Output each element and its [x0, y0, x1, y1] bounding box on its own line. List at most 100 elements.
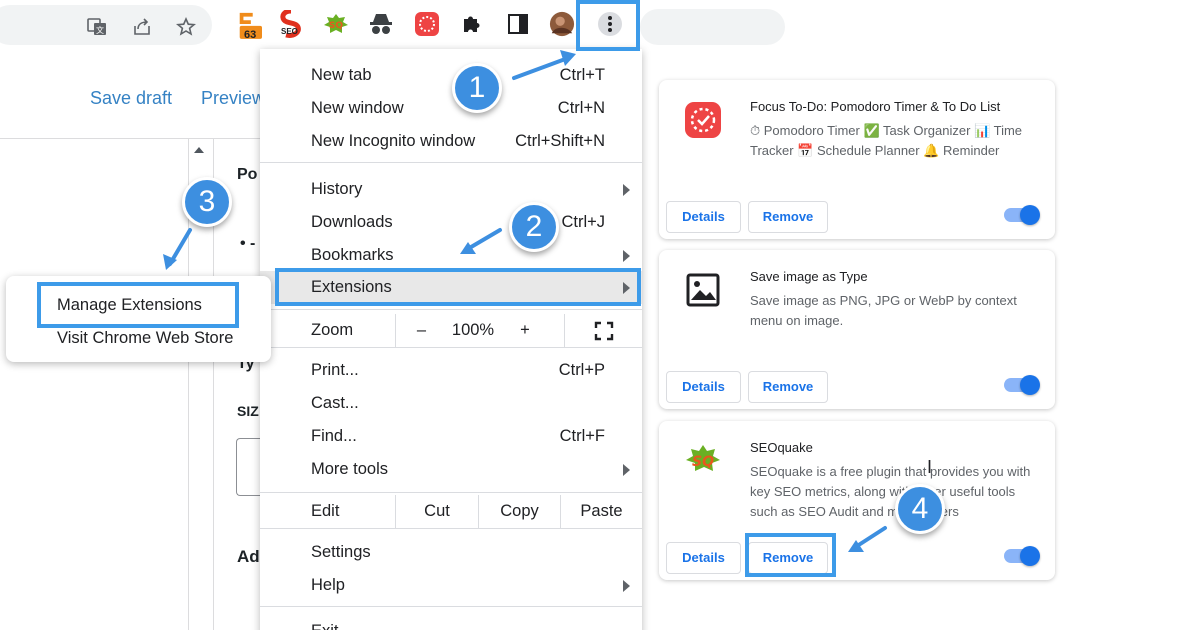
step-badge-4: 4	[895, 484, 945, 534]
fullscreen-icon[interactable]	[564, 314, 642, 347]
menu-item-settings[interactable]: Settings	[260, 536, 642, 569]
zoom-label: Zoom	[311, 321, 354, 339]
menu-item-history[interactable]: History	[260, 173, 642, 206]
preview-link[interactable]: Preview	[201, 88, 265, 109]
highlight-box-menu-button	[576, 0, 640, 51]
menu-item-label: More tools	[311, 460, 389, 478]
menu-item-help[interactable]: Help	[260, 569, 642, 602]
puzzle-icon[interactable]	[459, 11, 485, 37]
step-badge-1: 1	[452, 63, 502, 113]
paste-button[interactable]: Paste	[560, 495, 642, 528]
menu-item-shortcut: Ctrl+T	[559, 66, 605, 84]
menu-item-find[interactable]: Find... Ctrl+F	[260, 420, 642, 453]
menu-item-label: Downloads	[311, 213, 393, 231]
arrow-step-3	[168, 228, 192, 266]
details-button[interactable]: Details	[666, 371, 741, 403]
menu-item-label: Exit	[311, 622, 339, 630]
incognito-extension-icon[interactable]	[368, 11, 394, 37]
extension-card-seoquake: SQ SEOquake SEOquake is a free plugin th…	[659, 421, 1055, 580]
menu-item-print[interactable]: Print... Ctrl+P	[260, 354, 642, 387]
translate-icon[interactable]: 文	[86, 17, 108, 39]
menu-item-new-window[interactable]: New window Ctrl+N	[260, 92, 642, 125]
menu-separator	[260, 528, 642, 529]
scroll-up-arrow-icon[interactable]	[194, 147, 204, 153]
zoom-value: 100%	[451, 321, 495, 339]
details-button[interactable]: Details	[666, 542, 741, 574]
submenu-arrow-icon	[623, 250, 630, 262]
profile-avatar[interactable]	[549, 11, 575, 37]
visit-web-store-item[interactable]: Visit Chrome Web Store	[57, 329, 233, 348]
step-badge-2: 2	[509, 202, 559, 252]
seoquake-extension-icon[interactable]: SQ	[323, 11, 349, 37]
star-icon[interactable]	[175, 17, 197, 39]
menu-separator	[260, 309, 642, 310]
zoom-in-button[interactable]: +	[499, 314, 551, 347]
menu-item-shortcut: Ctrl+N	[557, 99, 605, 117]
highlight-box-remove	[745, 533, 836, 577]
arrowhead-step-3	[163, 254, 177, 270]
zoom-row: Zoom – 100% +	[260, 314, 642, 347]
menu-item-label: New tab	[311, 66, 372, 84]
menu-item-downloads[interactable]: Downloads Ctrl+J	[260, 206, 642, 239]
enable-toggle[interactable]	[1004, 205, 1040, 225]
menu-item-label: New Incognito window	[311, 132, 476, 150]
chrome-main-menu: New tab Ctrl+T New window Ctrl+N New Inc…	[260, 49, 642, 630]
seoquake-icon: SQ	[684, 442, 722, 480]
menu-separator	[260, 162, 642, 163]
copy-button[interactable]: Copy	[478, 495, 560, 528]
zoom-out-button[interactable]: –	[395, 314, 447, 347]
menu-separator	[260, 606, 642, 607]
extension-name: SEOquake	[750, 440, 813, 455]
extension-card-save-image: Save image as Type Save image as PNG, JP…	[659, 250, 1055, 409]
panel-heading-fragment: Ad	[237, 547, 260, 566]
remove-button[interactable]: Remove	[748, 371, 828, 403]
focus-todo-icon	[684, 101, 722, 139]
extension-name: Save image as Type	[750, 269, 868, 284]
highlight-box-extensions	[275, 268, 641, 306]
text-cursor-icon: I	[927, 457, 933, 477]
address-bar[interactable]: 文	[0, 5, 212, 45]
menu-item-label: Cast...	[311, 394, 359, 412]
menu-item-shortcut: Ctrl+F	[559, 427, 605, 445]
seo-extension-label: SEO	[281, 27, 298, 36]
extension-description: Save image as PNG, JPG or WebP by contex…	[750, 293, 1017, 328]
divider	[0, 138, 260, 139]
enable-toggle[interactable]	[1004, 375, 1040, 395]
menu-item-label: Settings	[311, 543, 371, 561]
panel-text-fragment: • -	[240, 235, 256, 252]
menu-item-more-tools[interactable]: More tools	[260, 453, 642, 486]
amazon-badge: 63	[244, 29, 257, 41]
menu-item-new-tab[interactable]: New tab Ctrl+T	[260, 59, 642, 92]
menu-item-shortcut: Ctrl+J	[561, 213, 605, 231]
panel-text-fragment: SIZ	[237, 403, 259, 419]
toggle-knob	[1020, 375, 1040, 395]
remove-button[interactable]: Remove	[748, 201, 828, 233]
menu-item-cast[interactable]: Cast...	[260, 387, 642, 420]
image-icon	[684, 271, 722, 309]
edit-row: Edit Cut Copy Paste	[260, 495, 642, 528]
toggle-knob	[1020, 205, 1040, 225]
menu-separator	[260, 347, 642, 348]
panel-heading-fragment: Po	[237, 166, 258, 183]
menu-item-label: New window	[311, 99, 404, 117]
extension-card-focus-todo: Focus To-Do: Pomodoro Timer & To Do List…	[659, 80, 1055, 239]
submenu-arrow-icon	[623, 580, 630, 592]
svg-text:SQ: SQ	[329, 21, 343, 31]
extension-name: Focus To-Do: Pomodoro Timer & To Do List	[750, 99, 1001, 114]
enable-toggle[interactable]	[1004, 546, 1040, 566]
amazon-extension-icon[interactable]: 63	[236, 11, 262, 41]
submenu-arrow-icon	[623, 184, 630, 196]
svg-text:文: 文	[96, 25, 104, 35]
share-icon[interactable]	[131, 17, 153, 39]
menu-item-new-incognito-window[interactable]: New Incognito window Ctrl+Shift+N	[260, 125, 642, 158]
menu-item-exit[interactable]: Exit	[260, 615, 642, 630]
cut-button[interactable]: Cut	[395, 495, 478, 528]
side-panel-icon[interactable]	[505, 11, 531, 37]
focus-todo-extension-icon[interactable]	[414, 11, 440, 37]
menu-item-label: Help	[311, 576, 345, 594]
save-draft-link[interactable]: Save draft	[90, 88, 172, 109]
menu-item-label: Find...	[311, 427, 357, 445]
details-button[interactable]: Details	[666, 201, 741, 233]
seo-extension-icon[interactable]: SEO	[278, 10, 304, 38]
extension-description: ⏱ Pomodoro Timer ✅ Task Organizer 📊 Time…	[750, 123, 1023, 158]
